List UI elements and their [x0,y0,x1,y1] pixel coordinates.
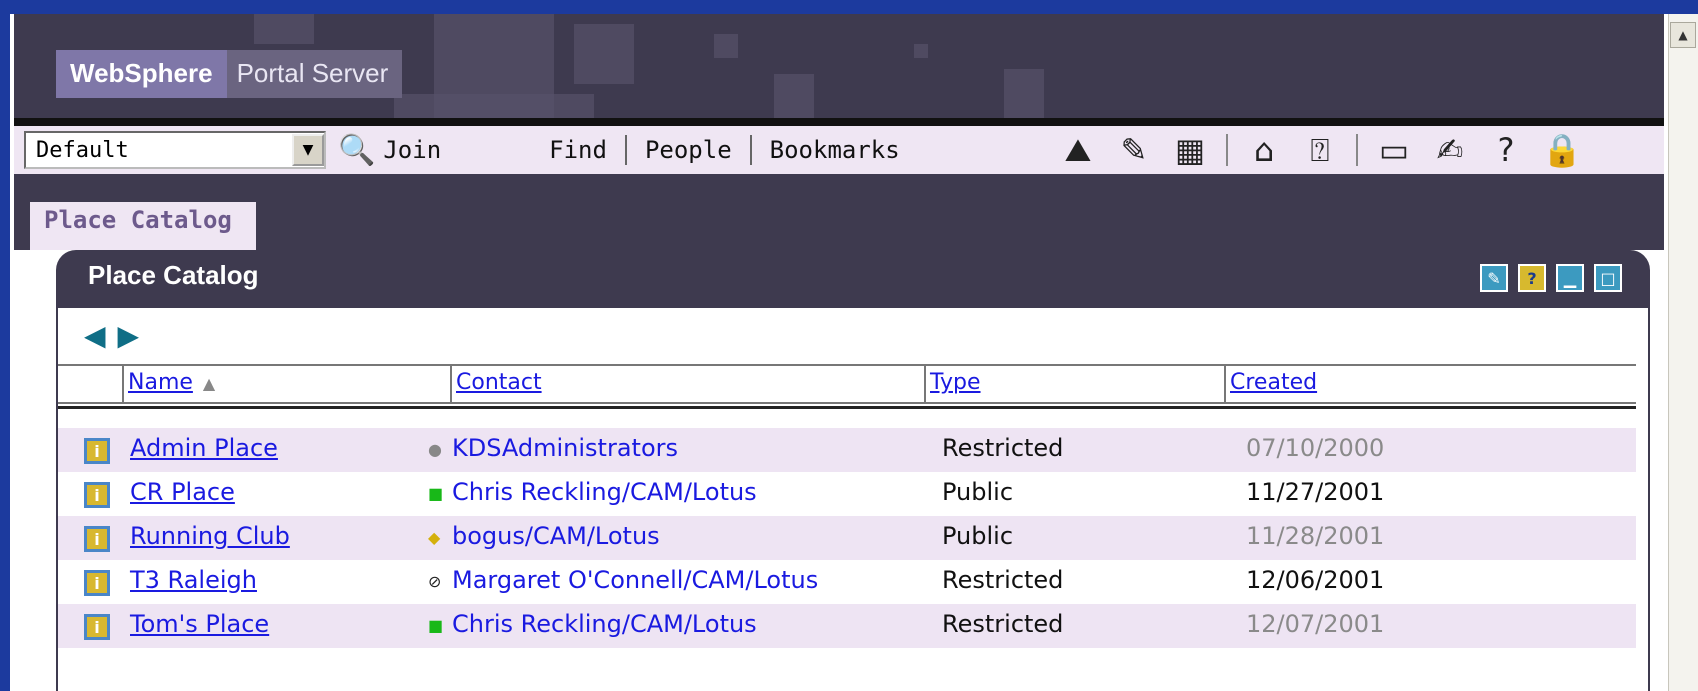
table-row: i Running Club ◆ bogus/CAM/Lotus Public … [58,516,1636,560]
place-name-link[interactable]: CR Place [130,478,235,506]
portal-toolbar: Default ▼ 🔍 Join Find People Bookmarks ⛰… [14,126,1664,174]
table-row: i T3 Raleigh ⊘ Margaret O'Connell/CAM/Lo… [58,560,1636,604]
sort-ascending-icon: ▲ [202,374,216,393]
place-select[interactable]: Default ▼ [24,131,326,169]
my-places-icon[interactable]: ⛰ [1050,131,1106,170]
green-square-icon: ■ [428,616,444,635]
place-name-link[interactable]: Admin Place [130,434,278,462]
separator [624,135,627,165]
created-date: 11/27/2001 [1246,478,1385,506]
info-icon[interactable]: i [84,570,110,596]
lock-icon[interactable]: 🔒 [1534,131,1590,169]
edit-icon[interactable]: ✎ [1480,264,1508,292]
column-header-created[interactable]: Created [1224,366,1636,402]
created-date: 11/28/2001 [1246,522,1385,550]
portlet-title: Place Catalog [88,260,259,290]
websphere-logo: WebSphere Portal Server [56,50,403,98]
browser-window: WebSphere Portal Server Default ▼ 🔍 Join… [10,14,1698,691]
header-rule [58,406,1636,409]
contact-link[interactable]: bogus/CAM/Lotus [452,522,660,550]
column-name-label: Name [128,370,193,395]
created-date: 12/06/2001 [1246,566,1385,594]
place-type: Public [942,522,1014,550]
join-label: Join [383,136,442,164]
info-icon[interactable]: i [84,526,110,552]
created-date: 12/07/2001 [1246,610,1385,638]
place-name-link[interactable]: Running Club [130,522,290,550]
place-type: Restricted [942,610,1064,638]
join-button[interactable]: 🔍 Join [338,133,441,168]
table-header: Name ▲ Contact Type Created [58,364,1636,404]
magnifier-icon: 🔍 [338,132,376,168]
yellow-diamond-icon: ◆ [428,528,441,547]
portal-banner: WebSphere Portal Server [14,14,1664,118]
find-link[interactable]: Find [549,136,607,164]
column-header-name[interactable]: Name ▲ [122,366,442,402]
portlet-controls: ✎ ? ▁ □ [1480,264,1622,292]
open-folder-icon[interactable]: ▭ [1366,131,1422,169]
previous-arrow-icon[interactable]: ◀ [84,322,106,350]
minimize-icon[interactable]: ▁ [1556,264,1584,292]
portlet-title-bar: Place Catalog ✎ ? ▁ □ [56,250,1650,308]
dot-icon: ● [428,440,442,459]
banner-divider [14,118,1664,126]
help-icon[interactable]: ? [1478,131,1534,169]
new-place-icon[interactable]: ⌂ [1236,131,1292,169]
created-date: 07/10/2000 [1246,434,1385,462]
help-topics-icon[interactable]: ⍰ [1292,131,1348,170]
place-catalog-portlet: Place Catalog ✎ ? ▁ □ ◀ ▶ Name ▲ Contact … [56,250,1650,691]
no-entry-icon: ⊘ [428,572,442,591]
column-header-type[interactable]: Type [924,366,1220,402]
place-name-link[interactable]: T3 Raleigh [130,566,257,594]
page-tab-bar: Place Catalog [14,174,1664,250]
green-square-icon: ■ [428,484,444,503]
maximize-icon[interactable]: □ [1594,264,1622,292]
place-type: Restricted [942,434,1064,462]
next-arrow-icon[interactable]: ▶ [118,322,140,350]
table-row: i Admin Place ● KDSAdministrators Restri… [58,428,1636,472]
place-type: Public [942,478,1014,506]
chevron-down-icon[interactable]: ▼ [292,134,324,166]
portal-content: WebSphere Portal Server Default ▼ 🔍 Join… [10,14,1668,691]
info-icon[interactable]: i [84,482,110,508]
people-link[interactable]: People [645,136,732,164]
portlet-body: ◀ ▶ Name ▲ Contact Type Created i Admin P… [56,308,1650,691]
toolbar-links: Find People Bookmarks [549,135,900,165]
table-row: i Tom's Place ■ Chris Reckling/CAM/Lotus… [58,604,1636,648]
contact-link[interactable]: Chris Reckling/CAM/Lotus [452,478,757,506]
separator [749,135,752,165]
paging-arrows: ◀ ▶ [84,322,139,350]
contact-link[interactable]: Chris Reckling/CAM/Lotus [452,610,757,638]
info-icon[interactable]: i [84,614,110,640]
place-type: Restricted [942,566,1064,594]
column-header-contact[interactable]: Contact [450,366,922,402]
contact-link[interactable]: Margaret O'Connell/CAM/Lotus [452,566,818,594]
toolbar-icons: ⛰ ✎ ▦ ⌂ ⍰ ▭ ✍ ? 🔒 [1050,126,1590,174]
edit-page-icon[interactable]: ✎ [1106,131,1162,169]
logo-secondary: Portal Server [226,50,403,98]
separator [1356,134,1358,166]
customize-icon[interactable]: ✍ [1422,131,1478,169]
place-select-value: Default [36,137,129,163]
tab-place-catalog[interactable]: Place Catalog [30,202,256,250]
logo-primary: WebSphere [56,50,227,98]
vertical-scrollbar[interactable]: ▲ [1668,14,1698,691]
separator [1226,134,1228,166]
place-list: i Admin Place ● KDSAdministrators Restri… [58,428,1636,648]
bookmarks-link[interactable]: Bookmarks [770,136,900,164]
table-row: i CR Place ■ Chris Reckling/CAM/Lotus Pu… [58,472,1636,516]
info-icon[interactable]: i [84,438,110,464]
scroll-up-icon[interactable]: ▲ [1670,22,1696,48]
help-icon[interactable]: ? [1518,264,1546,292]
place-name-link[interactable]: Tom's Place [130,610,269,638]
contact-link[interactable]: KDSAdministrators [452,434,678,462]
layout-icon[interactable]: ▦ [1162,131,1218,169]
